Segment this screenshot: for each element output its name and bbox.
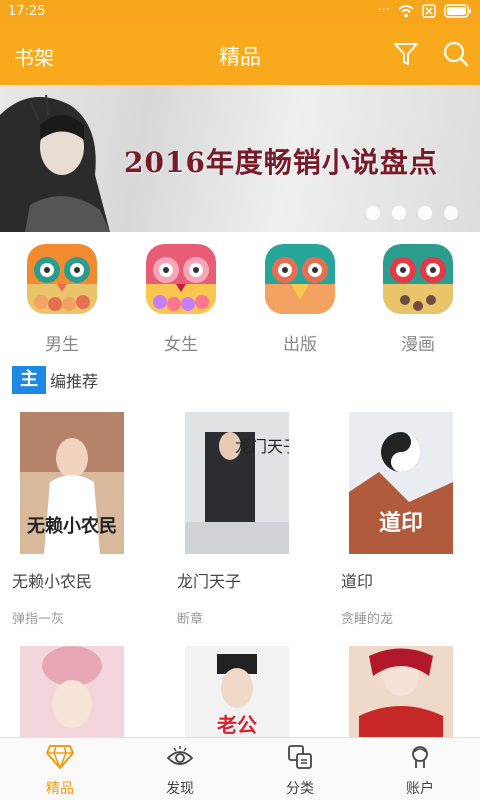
cover-title: 龙门天子	[235, 437, 289, 456]
tab-account[interactable]: 账户	[360, 744, 480, 798]
category-label: 男生	[45, 335, 79, 355]
book-cover: 道印	[349, 412, 453, 554]
account-icon	[412, 746, 428, 768]
banner-pager	[366, 206, 458, 220]
tab-discover[interactable]: 发现	[120, 744, 240, 798]
cover-title: 无赖小农民	[27, 515, 117, 537]
no-sim-icon	[422, 3, 436, 18]
book-author: 贪睡的龙	[341, 612, 394, 627]
search-icon[interactable]	[442, 40, 470, 68]
category-icon	[288, 745, 312, 769]
tab-category[interactable]: 分类	[240, 744, 360, 798]
tab-label: 账户	[406, 781, 434, 797]
pager-dot[interactable]	[444, 206, 458, 220]
book-cover	[20, 646, 124, 738]
book-card[interactable]	[12, 646, 162, 742]
more-dots-icon: ···	[377, 3, 390, 18]
section-title: 编推荐	[50, 372, 99, 391]
book-author: 断章	[177, 612, 204, 627]
book-cover	[349, 646, 453, 738]
tab-label: 分类	[286, 781, 314, 797]
category-female[interactable]: 女生	[141, 244, 221, 355]
tab-label: 发现	[166, 781, 194, 797]
promo-banner[interactable]: 2016年度畅销小说盘点	[0, 85, 480, 232]
cover-title: 老公	[217, 713, 257, 737]
book-cover: 老公	[185, 646, 289, 738]
category-male[interactable]: 男生	[22, 244, 102, 355]
banner-title: 2016年度畅销小说盘点	[124, 146, 438, 179]
category-label: 漫画	[401, 335, 435, 355]
book-title: 无赖小农民	[12, 572, 93, 591]
status-icons: ···	[378, 3, 472, 18]
tab-featured[interactable]: 精品	[0, 744, 120, 798]
filter-icon[interactable]	[392, 40, 420, 68]
book-card[interactable]: 龙门天子 龙门天子 断章	[177, 412, 327, 627]
status-time: 17:25	[8, 4, 46, 19]
book-cover: 龙门天子	[185, 412, 299, 554]
pager-dot[interactable]	[392, 206, 406, 220]
book-card[interactable]	[341, 646, 480, 742]
book-card[interactable]: 老公	[177, 646, 327, 742]
bottom-tab-bar: 精品 发现 分类 账户	[0, 737, 480, 800]
cover-title: 道印	[379, 510, 423, 536]
status-bar: 17:25 ···	[0, 0, 480, 24]
owl-publish-icon	[265, 244, 335, 314]
section-header: 主 编推荐	[12, 366, 98, 394]
diamond-icon	[46, 745, 74, 771]
pager-dot[interactable]	[366, 206, 380, 220]
category-label: 出版	[283, 335, 317, 355]
category-grid: 男生 女生 出版 漫画	[0, 232, 480, 355]
book-title: 龙门天子	[177, 572, 242, 591]
tab-label: 精品	[46, 781, 74, 797]
book-title: 道印	[341, 572, 374, 591]
owl-female-icon	[146, 244, 216, 314]
book-cover: 无赖小农民	[20, 412, 124, 554]
category-label: 女生	[164, 335, 198, 355]
app-header: 书架 精品	[0, 24, 480, 85]
owl-comic-icon	[383, 244, 453, 314]
owl-male-icon	[27, 244, 97, 314]
eye-icon	[166, 746, 194, 765]
section-badge: 主	[12, 366, 46, 394]
category-comic[interactable]: 漫画	[378, 244, 458, 355]
pager-dot[interactable]	[418, 206, 432, 220]
wifi-icon	[398, 4, 414, 17]
book-card[interactable]: 道印 道印 贪睡的龙	[341, 412, 480, 627]
banner-character-image	[0, 94, 110, 232]
category-publish[interactable]: 出版	[260, 244, 340, 355]
battery-icon	[444, 3, 471, 18]
book-author: 弹指一灰	[12, 612, 65, 627]
book-card[interactable]: 无赖小农民 无赖小农民 弹指一灰	[12, 412, 162, 627]
